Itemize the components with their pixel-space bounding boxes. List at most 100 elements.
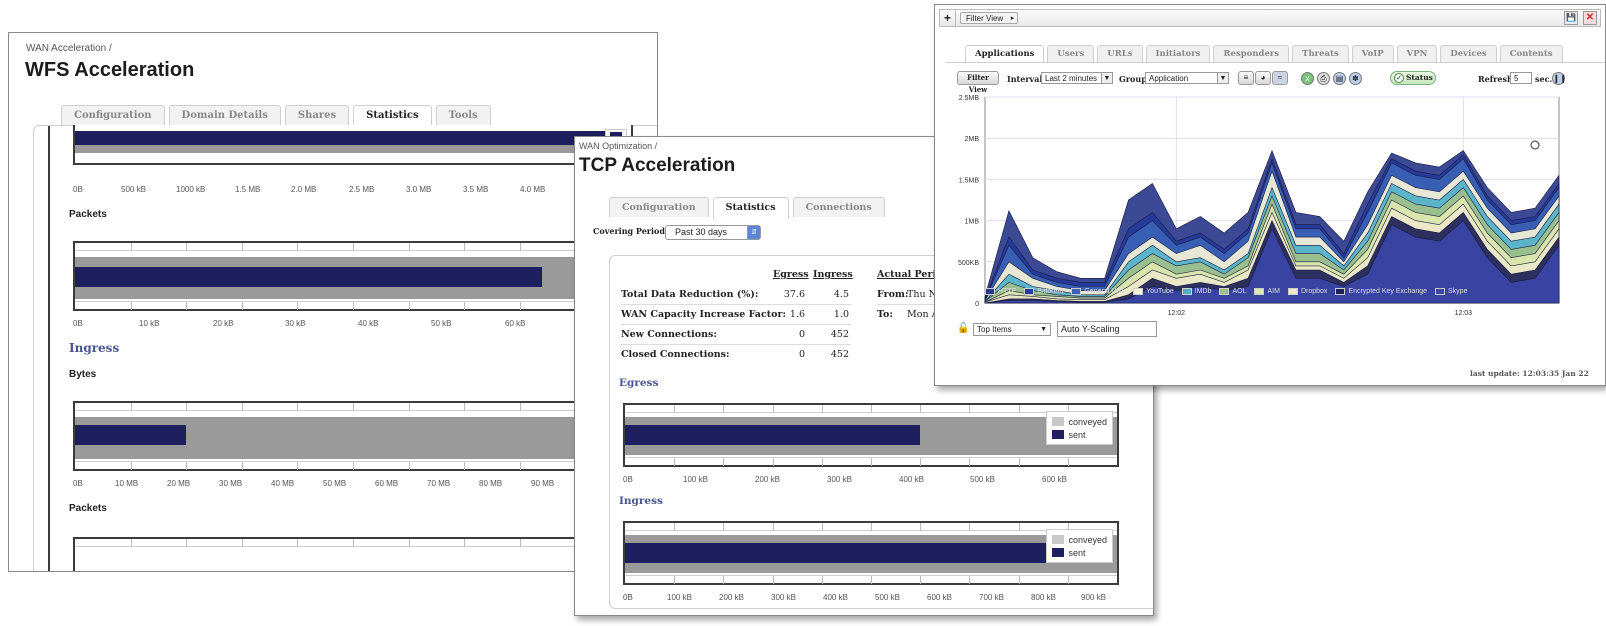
legend-item[interactable]: Encrypted Key Exchange xyxy=(1335,288,1427,295)
tick-label: 600 kB xyxy=(927,593,952,602)
tab-users[interactable]: Users xyxy=(1047,45,1095,62)
breadcrumb[interactable]: WAN Acceleration / xyxy=(26,43,112,54)
tab-tools[interactable]: Tools xyxy=(435,105,491,125)
lock-icon[interactable]: 🔓 xyxy=(957,323,969,334)
tick-mark xyxy=(520,462,521,470)
period-select[interactable]: Past 30 days ⇵ xyxy=(665,225,761,240)
tick-mark xyxy=(409,302,410,310)
legend-label: AOL xyxy=(1232,288,1247,295)
legend-item[interactable]: HTTP xyxy=(985,288,1016,295)
print-icon[interactable]: ⎙ xyxy=(1317,72,1330,85)
period-label: Covering Period: xyxy=(593,226,668,236)
ingress-value: 4.5 xyxy=(833,289,849,300)
pause-icon[interactable]: ❙❙ xyxy=(1552,72,1566,85)
tab-statistics[interactable]: Statistics xyxy=(712,197,789,219)
refresh-input[interactable]: 5 xyxy=(1510,72,1532,84)
legend-label: conveyed xyxy=(1068,416,1107,427)
sent-bar xyxy=(75,267,542,287)
dropdown-icon: ▼ xyxy=(1217,73,1228,83)
tab-shares[interactable]: Shares xyxy=(284,105,350,125)
add-icon[interactable]: + xyxy=(940,10,956,26)
settings-icon[interactable]: ✽ xyxy=(1349,72,1362,85)
section-egress: Egress xyxy=(619,377,659,389)
tick-label: 60 MB xyxy=(375,479,399,488)
tick-mark xyxy=(969,458,970,466)
tick-mark xyxy=(131,403,132,411)
from-value: Thu N xyxy=(907,289,937,300)
list-view-icon[interactable]: ≡ xyxy=(1238,71,1254,85)
legend-item[interactable]: IMDb xyxy=(1181,288,1211,295)
ingress-value: 452 xyxy=(830,329,849,340)
legend-swatch xyxy=(1024,288,1035,295)
top-ticks xyxy=(75,403,631,411)
filter-view-button[interactable]: Filter View xyxy=(957,71,999,94)
conveyed-bar xyxy=(75,145,631,153)
legend-item[interactable]: AOL xyxy=(1219,288,1246,295)
tick-mark xyxy=(242,539,243,547)
excel-export-icon[interactable]: x xyxy=(1301,72,1314,85)
tab-urls[interactable]: URLs xyxy=(1097,45,1143,62)
tab-initiators[interactable]: Initiators xyxy=(1145,45,1211,62)
tab-configuration[interactable]: Configuration xyxy=(61,105,165,125)
last-update: last update: 12:03:35 Jan 22 xyxy=(1470,369,1589,378)
chart-border xyxy=(48,126,50,571)
status-button[interactable]: ✓ Status xyxy=(1390,71,1436,85)
tick-mark xyxy=(409,539,410,547)
auto-scaling-field[interactable]: Auto Y-Scaling xyxy=(1057,321,1157,337)
tick-label: 0B xyxy=(73,319,83,328)
tab-connections[interactable]: Connections xyxy=(792,197,885,217)
save-icon[interactable]: 💾 xyxy=(1564,11,1578,25)
legend-label: HTTP xyxy=(998,288,1017,295)
tab-vpn[interactable]: VPN xyxy=(1396,45,1438,62)
tick-label: 0B xyxy=(73,479,83,488)
tick-label: 700 kB xyxy=(979,593,1004,602)
tick-mark xyxy=(723,523,724,531)
legend-item[interactable]: General URL xyxy=(1071,288,1125,295)
tick-label: 60 kB xyxy=(505,319,526,328)
legend-item[interactable]: Bittorent xyxy=(1024,288,1063,295)
tick-mark xyxy=(1068,576,1069,584)
tick-label: 1.5 MB xyxy=(235,185,261,194)
tick-mark xyxy=(131,243,132,251)
y-tick-label: 2.5MB xyxy=(959,95,980,102)
top-items-select[interactable]: Top Items ▼ xyxy=(973,323,1051,336)
tick-mark xyxy=(773,576,774,584)
legend: conveyed sent xyxy=(1046,529,1113,563)
legend-swatch xyxy=(1071,288,1082,295)
tick-label: 20 MB xyxy=(167,479,191,488)
row-label: WAN Capacity Increase Factor: xyxy=(621,309,786,320)
interval-select[interactable]: Last 2 minutes ▼ xyxy=(1041,72,1113,84)
tick-mark xyxy=(242,462,243,470)
dropdown-icon: ▼ xyxy=(1101,73,1112,83)
tab-domain-details[interactable]: Domain Details xyxy=(168,105,281,125)
pdf-icon[interactable]: ▤ xyxy=(1333,72,1346,85)
tick-mark xyxy=(242,302,243,310)
tick-label: 2.5 MB xyxy=(349,185,375,194)
tick-label: 3.0 MB xyxy=(406,185,432,194)
tab-threats[interactable]: Threats xyxy=(1292,45,1349,62)
tab-configuration[interactable]: Configuration xyxy=(609,197,709,217)
tick-mark xyxy=(131,462,132,470)
legend-item[interactable]: YouTube xyxy=(1133,288,1174,295)
chart-legend: HTTP Bittorent General URL YouTube IMDb AOL AI… xyxy=(985,288,1467,295)
tab-statistics[interactable]: Statistics xyxy=(353,105,432,127)
tick-mark xyxy=(773,523,774,531)
area-view-icon[interactable]: ≈ xyxy=(1272,71,1288,85)
tab-responders[interactable]: Responders xyxy=(1213,45,1290,62)
tab-applications[interactable]: Applications xyxy=(965,45,1045,62)
section-packets: Packets xyxy=(69,209,107,220)
legend-item[interactable]: Dropbox xyxy=(1287,288,1327,295)
tab-devices[interactable]: Devices xyxy=(1440,45,1497,62)
legend-item[interactable]: AIM xyxy=(1254,288,1280,295)
close-icon[interactable]: ✕ xyxy=(1583,11,1597,25)
legend-item[interactable]: Skype xyxy=(1435,288,1467,295)
tab-voip[interactable]: VoIP xyxy=(1351,45,1394,62)
pie-view-icon[interactable]: ◕ xyxy=(1255,71,1271,85)
group-select[interactable]: Application ▼ xyxy=(1145,72,1229,84)
status-label: Status xyxy=(1406,73,1433,82)
tick-mark xyxy=(1019,523,1020,531)
tab-contents[interactable]: Contents xyxy=(1499,45,1563,62)
filter-view-crumb[interactable]: Filter View ▸ xyxy=(960,12,1019,24)
breadcrumb[interactable]: WAN Optimization / xyxy=(579,141,657,151)
table-row: WAN Capacity Increase Factor: 1.6 1.0 xyxy=(621,305,851,325)
